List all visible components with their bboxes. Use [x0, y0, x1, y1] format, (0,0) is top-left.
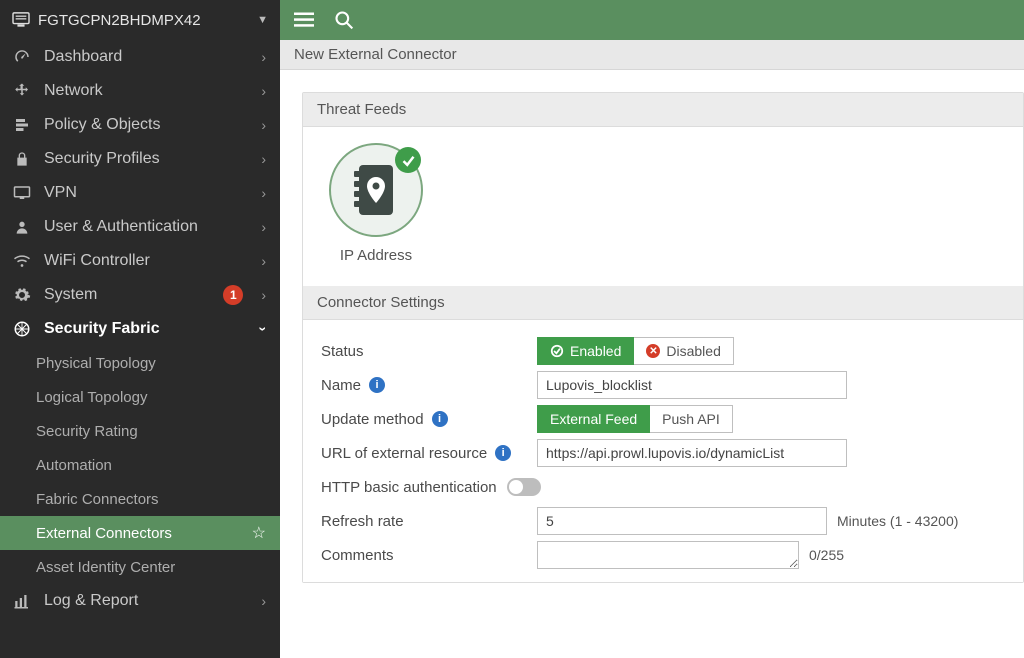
- status-disabled-button[interactable]: ✕ Disabled: [634, 337, 733, 365]
- fabric-icon: [12, 320, 32, 338]
- chevron-right-icon: ›: [261, 287, 266, 303]
- chevron-right-icon: ›: [261, 83, 266, 99]
- check-icon: [395, 147, 421, 173]
- sidebar: FGTGCPN2BHDMPX42 ▼ Dashboard › Network ›…: [0, 0, 280, 658]
- device-selector[interactable]: FGTGCPN2BHDMPX42 ▼: [0, 0, 280, 40]
- comments-input[interactable]: [537, 541, 799, 569]
- status-enabled-button[interactable]: Enabled: [537, 337, 634, 365]
- main-area: New External Connector Threat Feeds IP A…: [280, 0, 1024, 658]
- page-title: New External Connector: [294, 46, 457, 63]
- menu-toggle-icon[interactable]: [294, 12, 314, 28]
- nav-automation[interactable]: Automation: [0, 448, 280, 482]
- nav-log-report[interactable]: Log & Report ›: [0, 584, 280, 618]
- section-threat-feeds-body: IP Address: [303, 127, 1023, 286]
- device-icon: [12, 12, 30, 28]
- refresh-rate-input[interactable]: [537, 507, 827, 535]
- name-input[interactable]: [537, 371, 847, 399]
- update-method-segmented: External Feed Push API: [537, 405, 733, 433]
- update-push-api-button[interactable]: Push API: [650, 405, 733, 433]
- lock-icon: [12, 150, 32, 168]
- info-icon[interactable]: i: [495, 445, 511, 461]
- refresh-rate-label: Refresh rate: [321, 513, 404, 530]
- status-segmented: Enabled ✕ Disabled: [537, 337, 734, 365]
- update-external-feed-button[interactable]: External Feed: [537, 405, 650, 433]
- system-badge: 1: [223, 285, 243, 305]
- http-basic-auth-toggle[interactable]: [507, 478, 541, 496]
- nav-network[interactable]: Network ›: [0, 74, 280, 108]
- connector-type-ip-address[interactable]: IP Address: [321, 143, 431, 264]
- status-label: Status: [321, 343, 364, 360]
- nav-external-connectors[interactable]: External Connectors ☆: [0, 516, 280, 550]
- policy-icon: [12, 116, 32, 134]
- content-scroll[interactable]: Threat Feeds IP Address Connector Settin…: [280, 70, 1024, 658]
- caret-down-icon: ▼: [257, 14, 268, 26]
- comments-counter: 0/255: [809, 547, 844, 563]
- name-label: Name: [321, 377, 361, 394]
- chevron-right-icon: ›: [261, 593, 266, 609]
- http-basic-auth-label: HTTP basic authentication: [321, 479, 497, 496]
- tile-label: IP Address: [321, 247, 431, 264]
- chevron-right-icon: ›: [261, 49, 266, 65]
- comments-label: Comments: [321, 547, 394, 564]
- monitor-icon: [12, 185, 32, 201]
- form-panel: Threat Feeds IP Address Connector Settin…: [302, 92, 1024, 583]
- nav-fabric-connectors[interactable]: Fabric Connectors: [0, 482, 280, 516]
- user-icon: [12, 218, 32, 236]
- section-connector-settings-header: Connector Settings: [303, 286, 1023, 320]
- x-circle-icon: ✕: [646, 344, 660, 358]
- nav-security-profiles[interactable]: Security Profiles ›: [0, 142, 280, 176]
- chevron-right-icon: ›: [261, 185, 266, 201]
- gear-icon: [12, 286, 32, 304]
- nav-vpn[interactable]: VPN ›: [0, 176, 280, 210]
- breadcrumb: New External Connector: [280, 40, 1024, 70]
- device-name: FGTGCPN2BHDMPX42: [38, 12, 201, 29]
- chevron-right-icon: ›: [261, 117, 266, 133]
- section-threat-feeds-header: Threat Feeds: [303, 93, 1023, 127]
- refresh-rate-hint: Minutes (1 - 43200): [837, 513, 958, 529]
- arrows-icon: [12, 82, 32, 100]
- info-icon[interactable]: i: [432, 411, 448, 427]
- url-input[interactable]: [537, 439, 847, 467]
- nav-dashboard[interactable]: Dashboard ›: [0, 40, 280, 74]
- gauge-icon: [12, 48, 32, 66]
- chart-icon: [12, 593, 32, 609]
- ip-address-tile-icon: [329, 143, 423, 237]
- update-method-label: Update method: [321, 411, 424, 428]
- nav-logical-topology[interactable]: Logical Topology: [0, 380, 280, 414]
- wifi-icon: [12, 254, 32, 268]
- nav-asset-identity-center[interactable]: Asset Identity Center: [0, 550, 280, 584]
- nav-wifi[interactable]: WiFi Controller ›: [0, 244, 280, 278]
- nav-security-fabric[interactable]: Security Fabric ›: [0, 312, 280, 346]
- chevron-right-icon: ›: [261, 253, 266, 269]
- chevron-right-icon: ›: [261, 151, 266, 167]
- nav-physical-topology[interactable]: Physical Topology: [0, 346, 280, 380]
- favorite-star-icon[interactable]: ☆: [252, 523, 266, 543]
- chevron-right-icon: ›: [261, 219, 266, 235]
- nav-security-rating[interactable]: Security Rating: [0, 414, 280, 448]
- info-icon[interactable]: i: [369, 377, 385, 393]
- search-icon[interactable]: [334, 10, 354, 30]
- nav-user-auth[interactable]: User & Authentication ›: [0, 210, 280, 244]
- nav-system[interactable]: System 1 ›: [0, 278, 280, 312]
- chevron-down-icon: ›: [256, 327, 272, 332]
- url-label: URL of external resource: [321, 445, 487, 462]
- top-bar: [280, 0, 1024, 40]
- section-connector-settings-body: Status Enabled ✕ Disabled: [303, 320, 1023, 582]
- nav-policy-objects[interactable]: Policy & Objects ›: [0, 108, 280, 142]
